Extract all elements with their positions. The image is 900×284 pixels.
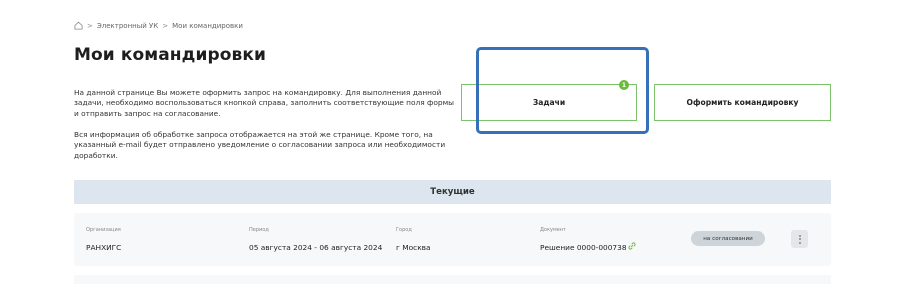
more-vertical-icon — [798, 234, 801, 237]
row-actions-button[interactable] — [791, 230, 808, 248]
status-badge: на согласовании — [691, 231, 765, 246]
page-description: На данной странице Вы можете оформить за… — [74, 88, 454, 118]
city-label: Город — [396, 227, 412, 233]
trip-row: Организация РАНХИГС Период 05 августа 20… — [74, 213, 831, 266]
more-vertical-icon-dot — [798, 238, 801, 240]
tasks-count-badge: 1 — [619, 80, 629, 90]
tasks-button-label: Задачи — [532, 98, 566, 107]
home-icon[interactable] — [74, 21, 83, 30]
document-value[interactable]: Решение 0000-000738 — [540, 243, 627, 252]
breadcrumb-item-my-trips: Мои командировки — [172, 21, 243, 30]
breadcrumb: > Электронный УК > Мои командировки — [74, 21, 243, 30]
link-icon[interactable] — [627, 241, 637, 251]
document-label: Документ — [540, 227, 566, 233]
city-value: г Москва — [396, 243, 431, 252]
create-trip-button-label: Оформить командировку — [686, 98, 799, 107]
tasks-button[interactable]: Задачи — [461, 84, 637, 121]
period-value: 05 августа 2024 - 06 августа 2024 — [249, 243, 383, 252]
status-badge-label: на согласовании — [703, 235, 753, 242]
organization-value: РАНХИГС — [86, 243, 122, 252]
breadcrumb-item-electronic-uk[interactable]: Электронный УК — [97, 22, 158, 30]
trip-row-partial — [74, 275, 831, 284]
page-description-notification: Вся информация об обработке запроса отоб… — [74, 130, 446, 160]
organization-label: Организация — [86, 227, 121, 233]
section-header-label: Текущие — [430, 187, 475, 197]
more-vertical-icon-dot — [798, 241, 801, 244]
breadcrumb-separator: > — [87, 21, 93, 30]
create-trip-button[interactable]: Оформить командировку — [654, 84, 831, 121]
period-label: Период — [249, 227, 269, 233]
page-title: Мои командировки — [74, 45, 267, 65]
section-header-current: Текущие — [74, 180, 831, 204]
breadcrumb-separator: > — [162, 21, 169, 30]
